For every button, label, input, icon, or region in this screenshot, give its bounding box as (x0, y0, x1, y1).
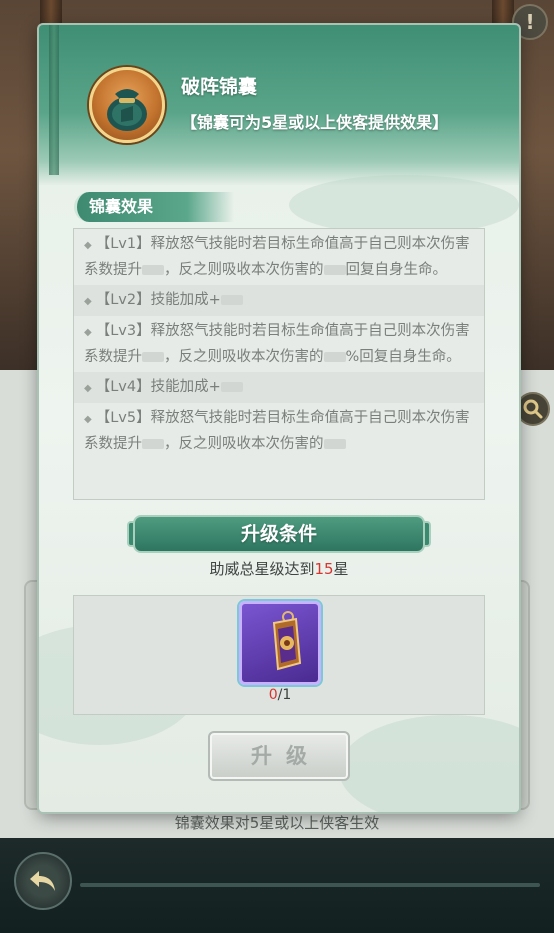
need-count: /1 (277, 687, 292, 703)
upgrade-section-header: 升级条件 (133, 515, 425, 553)
hidden-value (220, 382, 243, 392)
required-items-box: 0/1 (73, 595, 485, 715)
item-detail-modal: 破阵锦囊 【锦囊可为5星或以上侠客提供效果】 锦囊效果 ◆ 【Lv1】释放怒气技能… (39, 25, 519, 812)
effect-lv4: ◆ 【Lv4】技能加成+ (74, 372, 484, 403)
hidden-value (323, 439, 346, 449)
bamboo-decoration (49, 25, 59, 175)
diamond-bullet-icon: ◆ (84, 414, 92, 425)
hidden-value (142, 265, 164, 275)
back-button[interactable] (14, 852, 72, 910)
hidden-value (323, 352, 346, 362)
diamond-bullet-icon: ◆ (84, 240, 92, 251)
condition-prefix: 助威总星级达到 (209, 560, 315, 578)
upgrade-condition: 助威总星级达到15星 (39, 558, 519, 579)
upgrade-button[interactable]: 升级 (208, 731, 350, 781)
required-item-slot[interactable] (239, 601, 321, 685)
effect-lv5: ◆ 【Lv5】释放怒气技能时若目标生命值高于自己则本次伤害系数提升 ，反之则吸收本次… (74, 403, 484, 459)
effects-section-header: 锦囊效果 (74, 192, 234, 222)
diamond-bullet-icon: ◆ (84, 296, 92, 307)
required-item-count: 0/1 (74, 687, 486, 703)
exclamation-icon: ! (525, 10, 535, 34)
effect-text: ，反之则吸收本次伤害的 (164, 436, 324, 452)
effect-text: ，反之则吸收本次伤害的 (164, 262, 324, 278)
have-count: 0 (268, 687, 278, 703)
effect-text: 【Lv2】技能加成+ (95, 292, 221, 308)
effect-text: ，反之则吸收本次伤害的 (164, 349, 324, 365)
bronze-token-icon (272, 611, 302, 671)
cloud-decoration (289, 175, 519, 235)
effect-text: %回复自身生命。 (345, 349, 461, 365)
effects-list[interactable]: ◆ 【Lv1】释放怒气技能时若目标生命值高于自己则本次伤害系数提升 ，反之则吸收本次… (73, 228, 485, 500)
effect-text: 回复自身生命。 (345, 262, 448, 278)
magnifier-icon (523, 399, 543, 419)
search-button[interactable] (516, 392, 550, 426)
effect-lv3: ◆ 【Lv3】释放怒气技能时若目标生命值高于自己则本次伤害系数提升 ，反之则吸收本次… (74, 316, 484, 372)
progress-track (80, 883, 540, 887)
hidden-value (220, 295, 243, 305)
effect-lv1: ◆ 【Lv1】释放怒气技能时若目标生命值高于自己则本次伤害系数提升 ，反之则吸收本次… (74, 229, 484, 285)
hidden-value (142, 439, 164, 449)
footer-note: 锦囊效果对5星或以上侠客生效 (174, 814, 380, 832)
hidden-value (323, 265, 346, 275)
item-name: 破阵锦囊 (181, 76, 258, 98)
bottom-bar (0, 838, 554, 933)
effect-lv2: ◆ 【Lv2】技能加成+ (74, 285, 484, 316)
item-portrait (89, 67, 165, 143)
back-arrow-icon (30, 871, 55, 891)
cloud-decoration (339, 715, 519, 812)
diamond-bullet-icon: ◆ (84, 327, 92, 338)
effect-text: 【Lv4】技能加成+ (95, 379, 221, 395)
silk-pouch-icon (107, 89, 147, 131)
condition-value: 15 (314, 560, 334, 578)
diamond-bullet-icon: ◆ (84, 383, 92, 394)
item-subtitle: 【锦囊可为5星或以上侠客提供效果】 (181, 113, 449, 132)
hidden-value (142, 352, 164, 362)
condition-suffix: 星 (333, 560, 349, 578)
